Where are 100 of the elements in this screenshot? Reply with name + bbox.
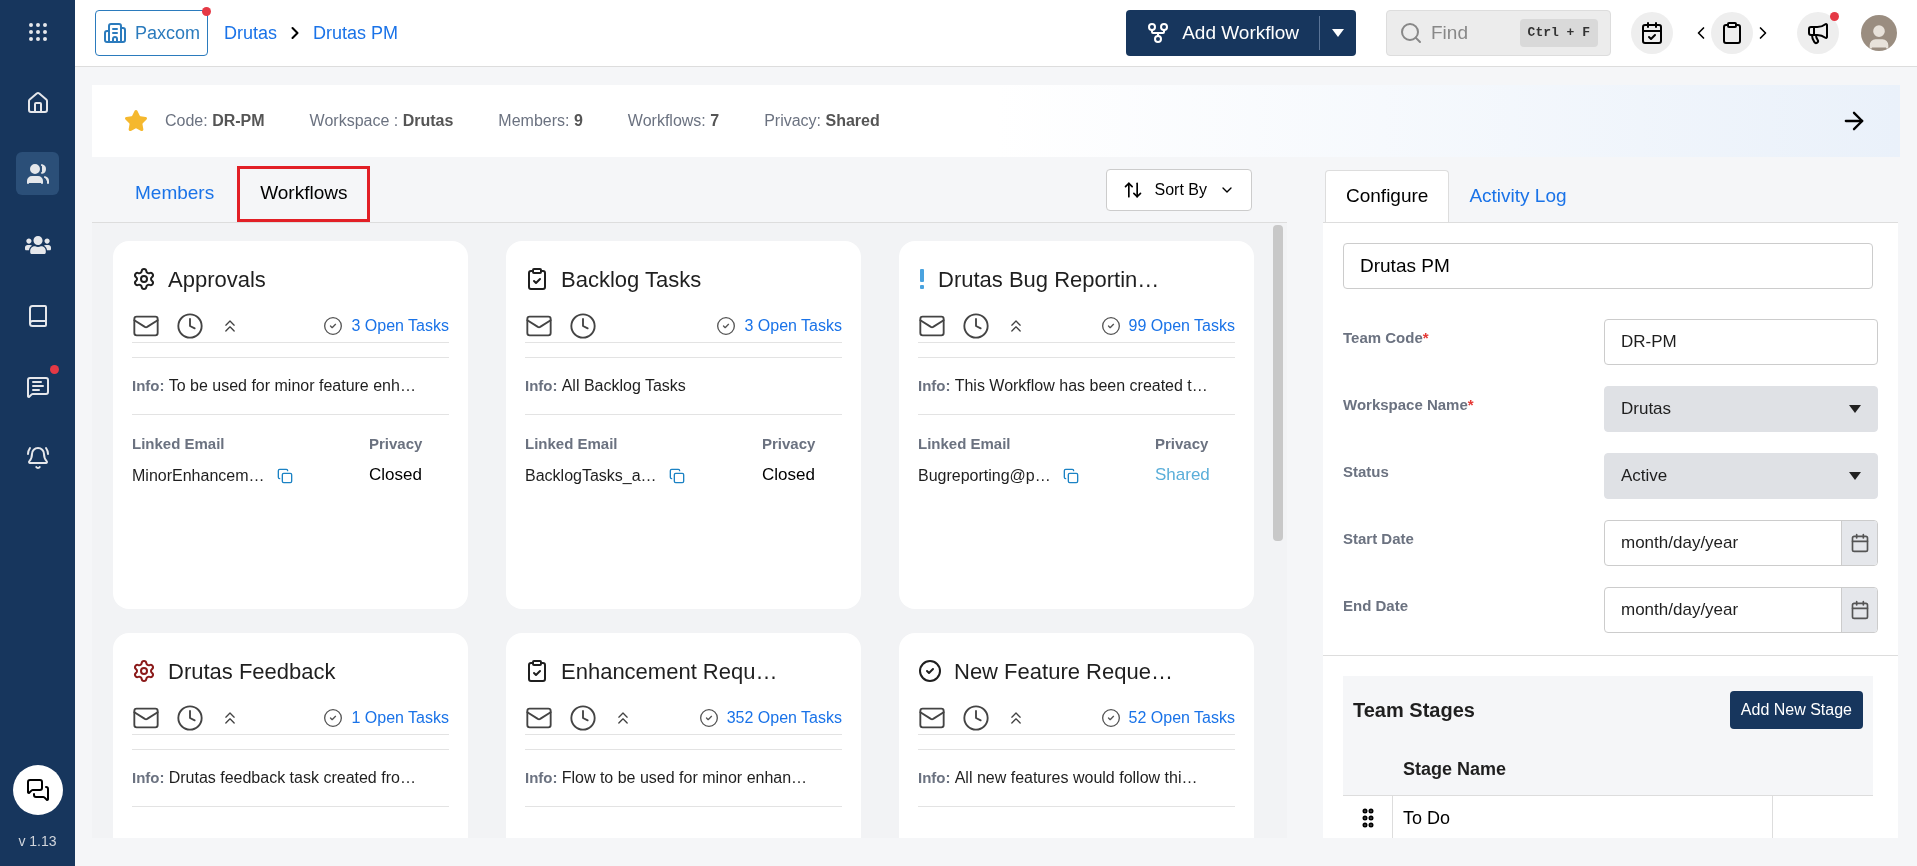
user-avatar[interactable] xyxy=(1861,15,1897,51)
announcement-button[interactable] xyxy=(1797,12,1839,54)
privacy-value: Closed xyxy=(762,463,816,486)
workspace-button[interactable]: Paxcom xyxy=(95,10,209,56)
info-text: Info: This Workflow has been created t… xyxy=(918,376,1209,396)
privacy-value: Shared xyxy=(1155,463,1211,486)
chat-icon xyxy=(25,374,50,399)
workflow-card[interactable]: New Feature Reque… 52 Open Tasks Info: All new features would follow thi… xyxy=(899,633,1254,838)
tab[interactable]: Members xyxy=(112,165,238,222)
add-stage-button[interactable]: Add New Stage xyxy=(1729,691,1863,729)
triangle-down-icon[interactable] xyxy=(1332,29,1344,37)
date-input[interactable]: month/day/year xyxy=(1605,597,1841,623)
workflow-card[interactable]: Drutas Feedback 1 Open Tasks Info: Drutas feedback task created fro… xyxy=(113,633,468,838)
linked-email-label: Linked Email xyxy=(918,434,1012,454)
linked-email-label: Linked Email xyxy=(525,434,619,454)
workflow-title: Drutas Feedback xyxy=(168,657,336,686)
field-label: End Date xyxy=(1343,596,1408,616)
info-text: Info: Flow to be used for minor enhan… xyxy=(525,768,809,788)
workflow-title: Approvals xyxy=(168,265,266,294)
breadcrumb-link[interactable]: Drutas PM xyxy=(313,19,399,47)
fork-icon xyxy=(1146,21,1171,45)
select-dropdown[interactable]: Drutas xyxy=(1604,386,1878,432)
clock-icon[interactable] xyxy=(569,311,597,340)
field-label: Start Date xyxy=(1343,529,1414,549)
info-text: Info: To be used for minor feature enh… xyxy=(132,376,417,396)
check-circle-icon xyxy=(1100,707,1121,728)
open-tasks-link[interactable]: 99 Open Tasks xyxy=(1128,313,1235,338)
open-tasks-link[interactable]: 3 Open Tasks xyxy=(351,313,449,338)
info-text: Info: All new features would follow thi… xyxy=(918,768,1199,788)
select-dropdown[interactable]: Active xyxy=(1604,453,1878,499)
search-bar[interactable]: Find Ctrl + F xyxy=(1386,10,1611,56)
calendar-icon[interactable] xyxy=(1849,600,1870,620)
check-circle-icon xyxy=(323,315,344,336)
clock-icon[interactable] xyxy=(962,311,990,340)
shortcut-key: Ctrl + F xyxy=(1519,19,1598,47)
workflow-title: Backlog Tasks xyxy=(561,265,702,294)
clock-icon[interactable] xyxy=(962,703,990,732)
megaphone-icon xyxy=(1806,21,1830,45)
star-icon[interactable] xyxy=(124,109,148,133)
field-label: Status xyxy=(1343,462,1389,482)
check-circle-icon xyxy=(1100,315,1121,336)
info-text: Info: All Backlog Tasks xyxy=(525,376,687,396)
field-label: Team Code* xyxy=(1343,328,1429,348)
clock-icon[interactable] xyxy=(176,311,204,340)
breadcrumb-link[interactable]: Drutas xyxy=(224,19,278,47)
building-icon xyxy=(103,21,127,45)
info-item: Privacy: Shared xyxy=(764,111,880,131)
triangle-down-icon xyxy=(1849,405,1861,413)
open-tasks-link[interactable]: 3 Open Tasks xyxy=(744,313,842,338)
calendar-icon[interactable] xyxy=(1849,533,1870,553)
column-header: Stage Name xyxy=(1403,758,1507,781)
add-workflow-button[interactable]: Add Workflow xyxy=(1126,10,1356,56)
sort-button[interactable]: Sort By xyxy=(1105,168,1252,211)
tab[interactable]: Configure xyxy=(1325,170,1450,222)
name-input[interactable]: Drutas PM xyxy=(1343,243,1873,289)
date-field[interactable]: month/day/year xyxy=(1604,520,1878,566)
chat-bubbles-icon xyxy=(25,778,50,802)
people-icon xyxy=(25,161,50,186)
copy-icon[interactable] xyxy=(1062,467,1079,484)
calendar-check-button[interactable] xyxy=(1631,12,1673,54)
check-circle-icon xyxy=(323,707,344,728)
version-label: v 1.13 xyxy=(18,832,57,851)
chat-support-button[interactable] xyxy=(12,765,63,815)
triangle-down-icon xyxy=(1849,472,1861,480)
calendar-check-icon xyxy=(1640,21,1664,45)
clock-icon[interactable] xyxy=(176,703,204,732)
open-tasks-link[interactable]: 52 Open Tasks xyxy=(1128,705,1235,730)
workflow-card[interactable]: Backlog Tasks 3 Open Tasks Info: All Backlog Tasks Linked Email BacklogTasks_a… Privacy Closed xyxy=(506,241,861,609)
table-cell: To Do xyxy=(1393,796,1773,838)
date-input[interactable]: month/day/year xyxy=(1605,530,1841,556)
tab[interactable]: Workflows xyxy=(237,165,371,222)
clipboard-icon xyxy=(1720,21,1744,45)
clock-icon[interactable] xyxy=(569,703,597,732)
check-circle-icon xyxy=(698,707,719,728)
workflow-card[interactable]: Approvals 3 Open Tasks Info: To be used for minor feature enh… Linked Email MinorEnhancem… Privacy Closed xyxy=(113,241,468,609)
workflow-title: Drutas Bug Reportin… xyxy=(938,265,1160,294)
workflow-title: Enhancement Requ… xyxy=(561,657,778,686)
info-item: Workflows: 7 xyxy=(627,111,720,131)
info-item: Code: DR-PM xyxy=(165,111,265,131)
home-icon xyxy=(25,90,50,115)
workflow-title: New Feature Reque… xyxy=(954,657,1173,686)
linked-email-label: Linked Email xyxy=(132,434,226,454)
linked-email-value: MinorEnhancem… xyxy=(132,465,265,486)
date-field[interactable]: month/day/year xyxy=(1604,587,1878,633)
sidebar-item[interactable] xyxy=(16,152,59,195)
section-title: Team Stages xyxy=(1353,698,1475,723)
search-input[interactable]: Find xyxy=(1431,18,1512,48)
tab[interactable]: Activity Log xyxy=(1449,170,1587,222)
check-circle-icon xyxy=(716,315,737,336)
copy-icon[interactable] xyxy=(276,467,293,484)
linked-email-value: Bugreporting@p… xyxy=(918,465,1051,486)
info-item: Members: 9 xyxy=(498,111,583,131)
open-tasks-link[interactable]: 1 Open Tasks xyxy=(351,705,449,730)
copy-icon[interactable] xyxy=(668,467,685,484)
info-text: Info: Drutas feedback task created fro… xyxy=(132,768,417,788)
workflow-card[interactable]: Drutas Bug Reportin… 99 Open Tasks Info: This Workflow has been created t… Linked Email Bugreporting@p… Privacy Shared xyxy=(899,241,1254,609)
text-input[interactable]: DR-PM xyxy=(1604,319,1878,365)
workflow-card[interactable]: Enhancement Requ… 352 Open Tasks Info: Flow to be used for minor enhan… xyxy=(506,633,861,838)
open-tasks-link[interactable]: 352 Open Tasks xyxy=(726,705,842,730)
bell-icon xyxy=(25,445,50,470)
